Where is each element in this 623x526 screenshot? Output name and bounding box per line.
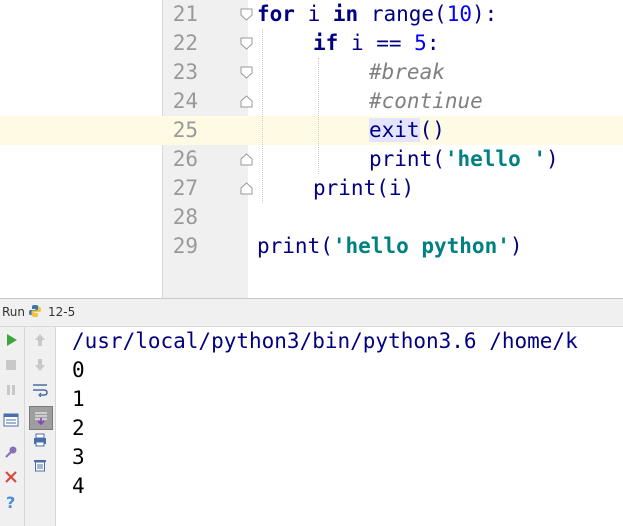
- line-number: 24: [172, 89, 198, 113]
- code-text: i: [294, 2, 333, 26]
- trash-icon: [34, 460, 46, 472]
- console-line: 3: [72, 445, 85, 469]
- comment: #continue: [369, 89, 483, 113]
- code-text: i ==: [338, 31, 415, 55]
- console-command-line: /usr/local/python3/bin/python3.6 /home/k: [72, 329, 578, 353]
- console-line: 0: [72, 358, 85, 382]
- code-text: ): [509, 234, 523, 258]
- comment: #break: [369, 60, 445, 84]
- line-number: 27: [172, 176, 198, 200]
- fold-open-icon[interactable]: [240, 66, 253, 79]
- code-text: print(: [369, 147, 445, 171]
- console-output[interactable]: /usr/local/python3/bin/python3.6 /home/k…: [56, 327, 623, 526]
- printer-icon: [34, 433, 46, 447]
- code-text: ):: [471, 2, 498, 26]
- print-button[interactable]: [31, 431, 49, 449]
- soft-wrap-button[interactable]: [31, 381, 49, 399]
- close-run-button[interactable]: [2, 468, 20, 486]
- line-number: 25: [172, 118, 198, 142]
- keyword: in: [332, 2, 359, 26]
- run-config-name: 12-5: [48, 305, 76, 319]
- code-text: ): [546, 147, 559, 171]
- console-line: 1: [72, 387, 85, 411]
- indent-guide: [318, 58, 319, 174]
- code-text: :: [426, 31, 440, 55]
- code-line-21[interactable]: for i in range(10):: [257, 0, 497, 29]
- layout-icon: [3, 413, 19, 427]
- fold-close-icon[interactable]: [240, 153, 253, 166]
- fold-close-icon[interactable]: [240, 95, 253, 108]
- python-icon: [29, 305, 41, 317]
- restore-layout-button[interactable]: [2, 411, 20, 429]
- string-literal: 'hello python': [332, 234, 510, 258]
- code-line-29[interactable]: print('hello python'): [257, 232, 523, 261]
- run-tab-label[interactable]: Run: [2, 305, 25, 319]
- highlighted-call: exit: [369, 118, 420, 142]
- line-number: 23: [172, 60, 198, 84]
- console-line: 2: [72, 416, 85, 440]
- scroll-down-button[interactable]: [31, 356, 49, 374]
- run-panel-header: Run 12-5: [0, 298, 623, 327]
- code-text: print(i): [313, 176, 415, 200]
- string-literal: 'hello ': [444, 147, 547, 171]
- pause-button[interactable]: [2, 381, 20, 399]
- line-number: 28: [172, 205, 198, 229]
- pause-icon: [7, 385, 15, 395]
- keyword: if: [313, 31, 339, 55]
- number-literal: 5: [414, 31, 427, 55]
- line-number: 26: [172, 147, 198, 171]
- line-number: 21: [172, 2, 198, 26]
- arrow-down-icon: [35, 359, 45, 371]
- fold-close-icon[interactable]: [240, 182, 253, 195]
- rerun-button[interactable]: [2, 331, 20, 349]
- help-icon: ?: [6, 494, 15, 510]
- stop-icon: [6, 360, 16, 370]
- pin-icon: [5, 446, 17, 458]
- code-editor[interactable]: 21 22 23 24 25 26 27 28 29 for i in rang…: [0, 0, 623, 298]
- stop-button[interactable]: [2, 356, 20, 374]
- line-number: 29: [172, 234, 198, 258]
- code-line-26[interactable]: print('hello '): [369, 145, 559, 174]
- keyword: for: [257, 2, 295, 26]
- scroll-to-end-button[interactable]: [29, 406, 53, 430]
- number-literal: 10: [446, 2, 472, 26]
- code-text: (): [419, 118, 445, 142]
- scroll-to-end-icon: [35, 412, 47, 426]
- console-line: 4: [72, 474, 85, 498]
- code-line-27[interactable]: print(i): [313, 174, 414, 203]
- indent-guide: [262, 29, 263, 203]
- line-number: 22: [172, 31, 198, 55]
- soft-wrap-icon: [33, 384, 48, 397]
- code-text: range(: [358, 2, 447, 26]
- pin-tab-button[interactable]: [2, 443, 20, 461]
- close-icon: [5, 471, 17, 483]
- run-toolbar-primary: ?: [0, 327, 25, 526]
- run-icon: [7, 334, 17, 346]
- code-text: print(: [257, 234, 333, 258]
- run-toolbar-secondary: [25, 327, 56, 526]
- code-line-23[interactable]: #break: [369, 58, 445, 87]
- arrow-up-icon: [35, 334, 45, 346]
- svg-text:?: ?: [6, 494, 15, 510]
- code-line-22[interactable]: if i == 5:: [313, 29, 439, 58]
- clear-all-button[interactable]: [31, 456, 49, 474]
- scroll-up-button[interactable]: [31, 331, 49, 349]
- fold-open-icon[interactable]: [240, 8, 253, 21]
- code-line-24[interactable]: #continue: [369, 87, 483, 116]
- caret-row-highlight: [0, 116, 623, 145]
- help-button[interactable]: ?: [2, 493, 20, 511]
- code-line-25[interactable]: exit(): [369, 116, 445, 145]
- fold-open-icon[interactable]: [240, 37, 253, 50]
